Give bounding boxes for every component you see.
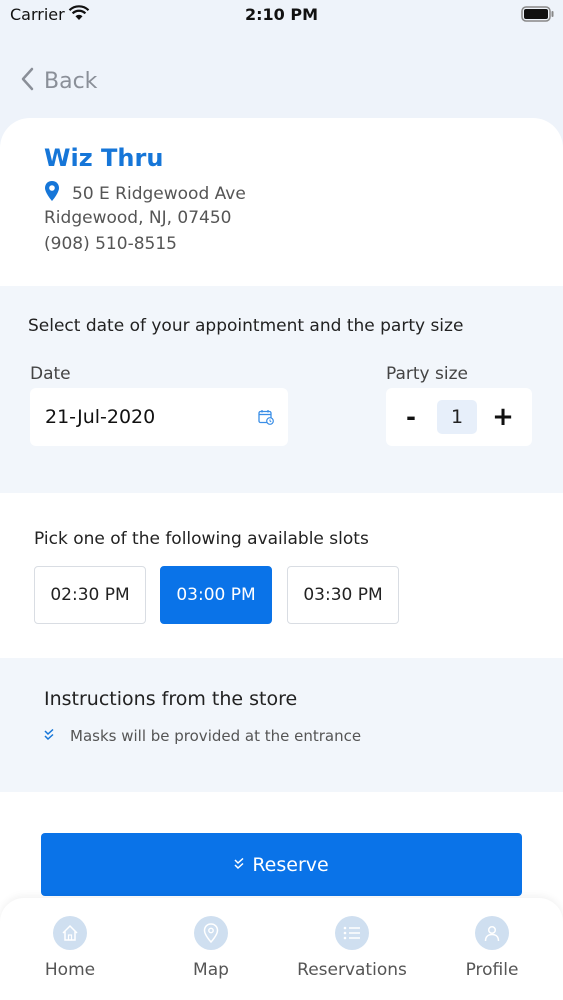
tab-reservations-label: Reservations [297,960,407,980]
decrease-party-button[interactable]: - [400,402,422,432]
tab-map[interactable]: Map [151,916,271,980]
store-name: Wiz Thru [44,144,164,172]
slots-title: Pick one of the following available slot… [34,529,369,549]
tab-reservations[interactable]: Reservations [292,916,412,980]
slot-0330-pm[interactable]: 03:30 PM [287,566,399,624]
slot-0230-pm[interactable]: 02:30 PM [34,566,146,624]
map-pin-icon [194,916,228,950]
battery-icon [521,6,555,22]
status-bar: Carrier 2:10 PM [0,0,563,30]
tab-profile-label: Profile [465,960,519,980]
store-address-row: 50 E Ridgewood Ave [44,180,246,207]
clock-time: 2:10 PM [244,5,318,24]
tab-home-label: Home [44,960,96,980]
reserve-label: Reserve [252,853,329,876]
date-label: Date [30,364,71,384]
double-check-icon [44,726,56,745]
party-size-value: 1 [437,400,477,434]
instruction-text: Masks will be provided at the entrance [70,726,362,745]
tab-profile[interactable]: Profile [432,916,552,980]
date-field[interactable]: 21-Jul-2020 [30,388,288,446]
instructions-section: Instructions from the store Masks will b… [0,658,563,792]
instructions-title: Instructions from the store [44,688,298,710]
party-size-stepper: - 1 + [386,388,532,446]
increase-party-button[interactable]: + [490,402,516,432]
double-check-icon [234,855,246,874]
date-value: 21-Jul-2020 [45,406,156,428]
list-icon [335,916,369,950]
location-pin-icon [44,180,60,207]
instruction-item: Masks will be provided at the entrance [44,726,361,745]
tab-home[interactable]: Home [10,916,130,980]
store-phone[interactable]: (908) 510-8515 [44,234,177,254]
back-button[interactable]: Back [20,64,97,98]
tab-map-label: Map [193,960,229,980]
booking-section: Select date of your appointment and the … [0,286,563,493]
booking-title: Select date of your appointment and the … [28,316,464,336]
party-size-label: Party size [386,364,468,384]
chevron-left-icon [20,67,34,95]
user-icon [475,916,509,950]
calendar-icon[interactable] [258,409,274,429]
slot-0300-pm[interactable]: 03:00 PM [160,566,272,624]
store-address-line1: 50 E Ridgewood Ave [72,183,246,204]
reservation-sheet: Wiz Thru 50 E Ridgewood Ave Ridgewood, N… [0,118,563,1000]
tab-bar: Home Map Reservations Profile [0,898,563,1000]
home-icon [53,916,87,950]
store-address-line2: Ridgewood, NJ, 07450 [44,208,232,228]
store-name-block: Wiz Thru [44,144,163,172]
reserve-button[interactable]: Reserve [41,833,522,896]
back-label: Back [44,68,98,94]
